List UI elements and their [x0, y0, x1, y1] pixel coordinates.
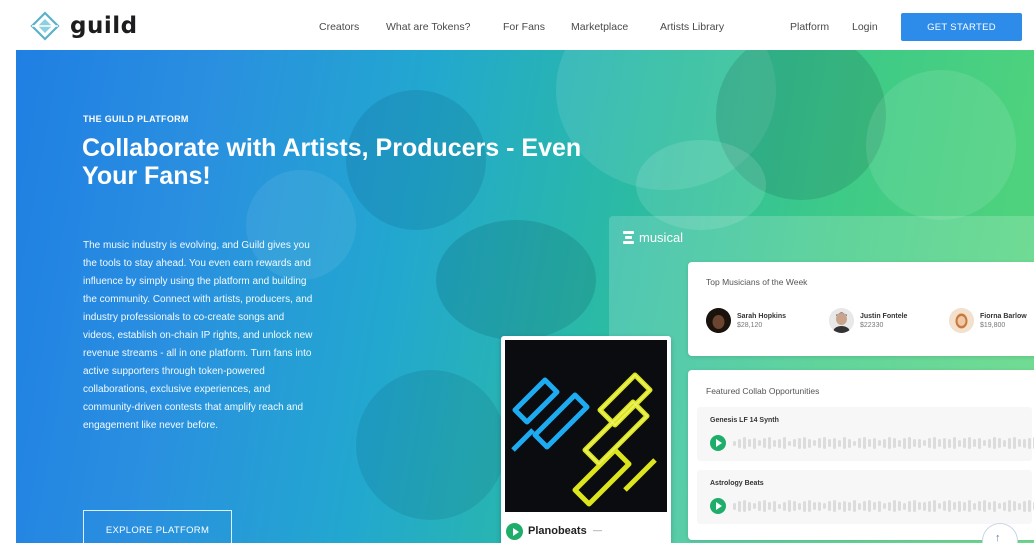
track-name: Genesis LF 14 Synth	[710, 417, 779, 424]
musical-brand-text: musical	[639, 230, 684, 245]
track-title: Planobeats	[528, 525, 587, 537]
background-shape	[866, 70, 1016, 220]
musician-name: Justin Fontele	[860, 312, 908, 320]
nav-tokens[interactable]: What are Tokens?	[386, 21, 470, 33]
musical-logo-icon	[623, 231, 634, 244]
musical-panel: musical Top Musicians of the Week Sarah …	[609, 216, 1034, 543]
musician-item[interactable]: Justin Fontele $22330	[829, 308, 907, 333]
hero-headline: Collaborate with Artists, Producers - Ev…	[82, 134, 582, 190]
musician-item[interactable]: Fiorna Barlow $19,800	[949, 308, 1027, 333]
top-musicians-title: Top Musicians of the Week	[706, 277, 808, 287]
nav-platform[interactable]: Platform	[790, 21, 829, 33]
nav-for-fans[interactable]: For Fans	[503, 21, 545, 33]
background-shape	[356, 370, 506, 520]
play-icon[interactable]	[710, 435, 726, 451]
site-header: guild Creators What are Tokens? For Fans…	[0, 0, 1034, 50]
play-icon[interactable]	[710, 498, 726, 514]
waveform	[733, 437, 1034, 449]
musical-brand: musical	[623, 230, 683, 245]
musician-value: $28,120	[737, 321, 763, 329]
hero-description: The music industry is evolving, and Guil…	[83, 240, 313, 431]
play-icon[interactable]	[506, 523, 523, 540]
musician-item[interactable]: Sarah Hopkins $28,120	[706, 308, 786, 333]
get-started-button[interactable]: GET STARTED	[901, 13, 1022, 41]
collab-opportunities-card: Featured Collab Opportunities Genesis LF…	[688, 370, 1034, 540]
track-artwork	[505, 340, 667, 512]
track-more: —	[593, 525, 602, 535]
avatar	[829, 308, 854, 333]
hero-eyebrow: THE GUILD PLATFORM	[83, 114, 189, 124]
background-shape	[436, 220, 596, 340]
logo[interactable]: guild	[30, 11, 138, 41]
track-name: Astrology Beats	[710, 480, 764, 487]
track-item[interactable]: Genesis LF 14 Synth	[697, 407, 1034, 461]
avatar	[949, 308, 974, 333]
nav-login[interactable]: Login	[852, 21, 878, 33]
musician-name: Sarah Hopkins	[737, 312, 787, 320]
logo-text: guild	[70, 13, 138, 39]
avatar	[706, 308, 731, 333]
page: guild Creators What are Tokens? For Fans…	[0, 0, 1034, 543]
collab-title: Featured Collab Opportunities	[706, 386, 820, 396]
top-musicians-card: Top Musicians of the Week Sarah Hopkins …	[688, 262, 1034, 356]
arrow-up-icon: ↑	[995, 532, 1001, 543]
nav-artists-library[interactable]: Artists Library	[660, 21, 724, 33]
planobeats-card[interactable]: Planobeats —	[501, 336, 671, 543]
nav-creators[interactable]: Creators	[319, 21, 359, 33]
waveform	[733, 500, 1034, 512]
nav-marketplace[interactable]: Marketplace	[571, 21, 628, 33]
musician-value: $22330	[860, 321, 884, 329]
explore-platform-button[interactable]: EXPLORE PLATFORM	[83, 510, 232, 543]
musician-value: $19,800	[980, 321, 1006, 329]
hero-section: THE GUILD PLATFORM Collaborate with Arti…	[16, 50, 1034, 543]
guild-logo-icon	[30, 11, 60, 41]
track-item[interactable]: Astrology Beats	[697, 470, 1034, 524]
musician-name: Fiorna Barlow	[980, 312, 1027, 320]
